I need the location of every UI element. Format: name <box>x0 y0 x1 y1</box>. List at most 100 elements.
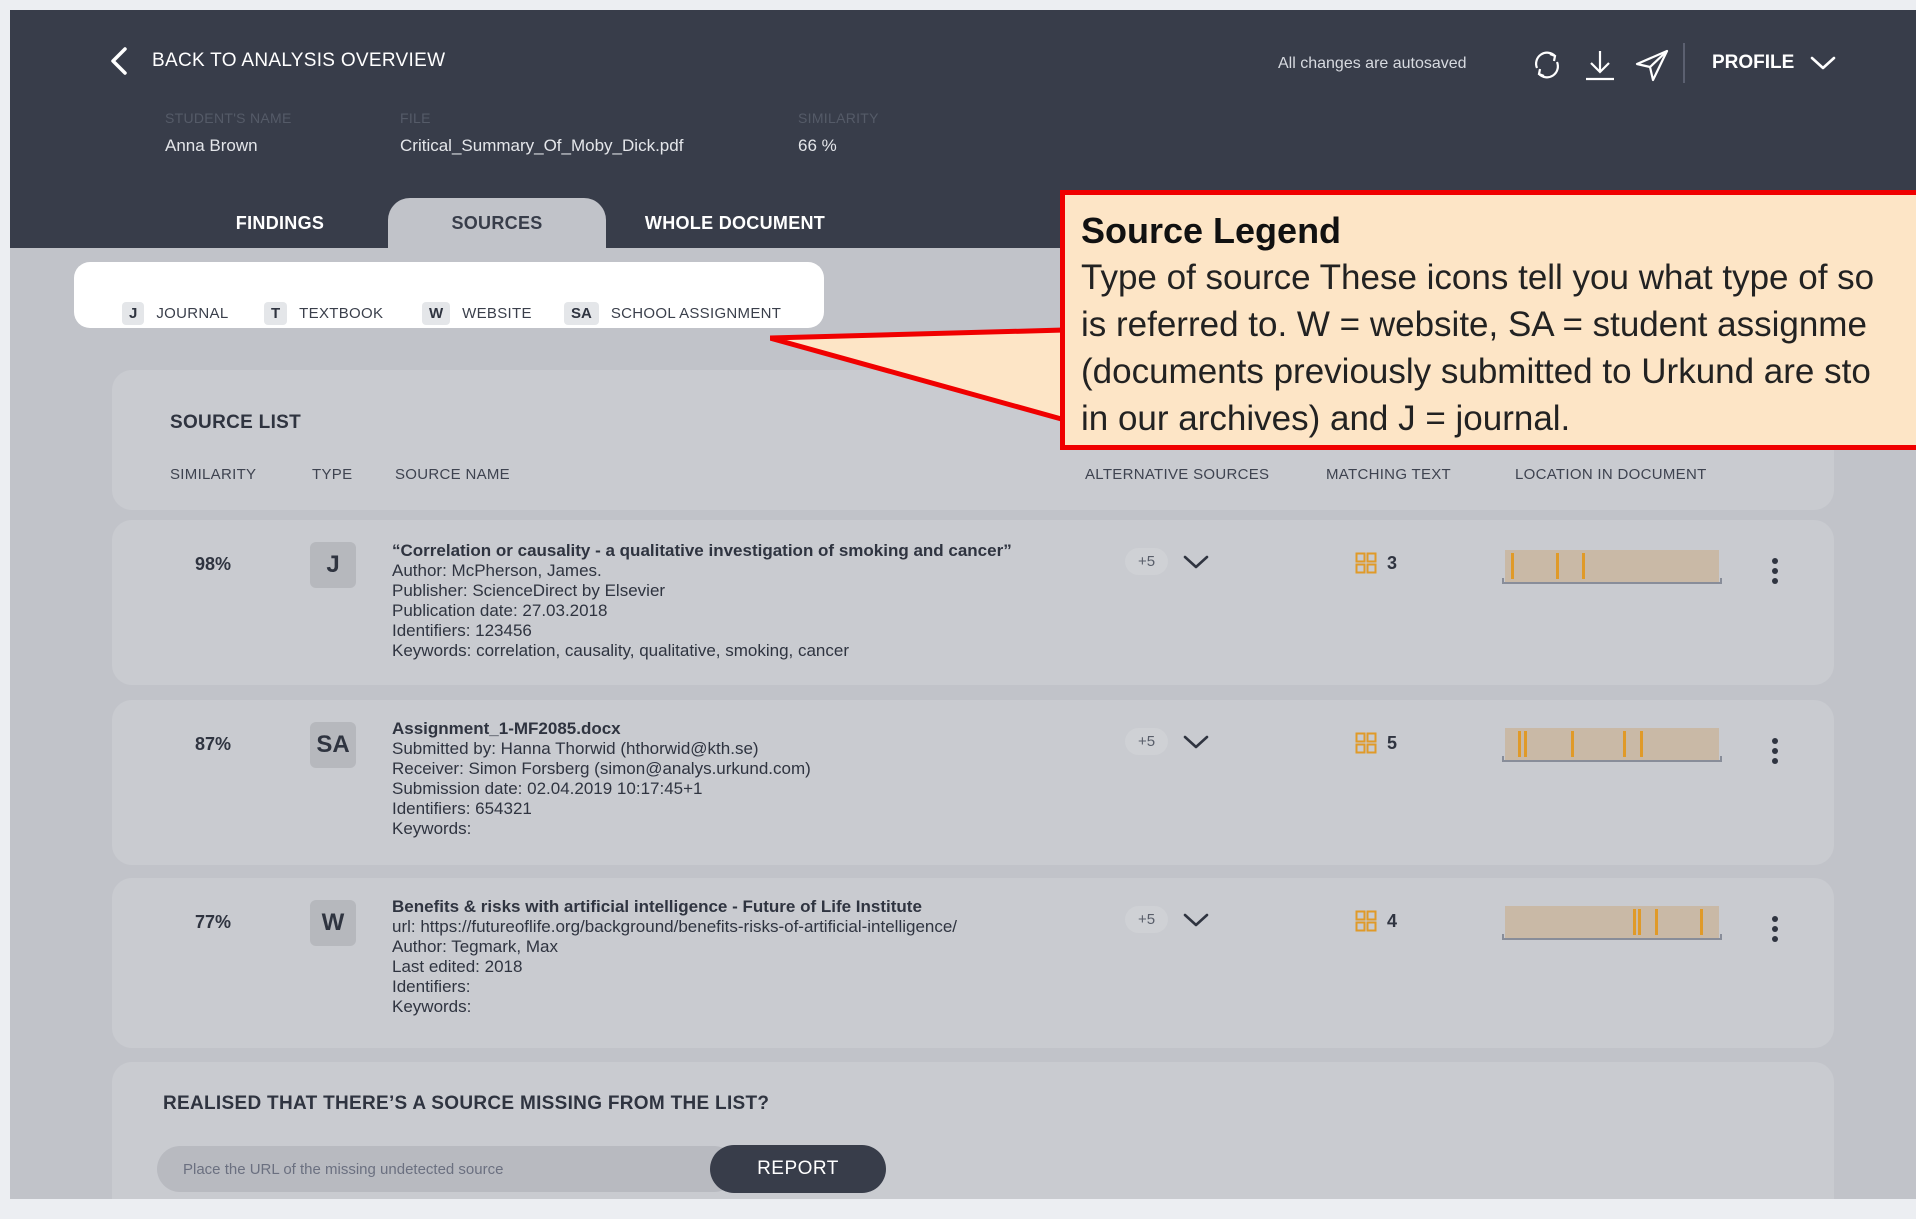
location-marker[interactable] <box>1518 731 1521 757</box>
matching-text-count[interactable]: 4 <box>1355 910 1397 932</box>
callout-line: in our archives) and J = journal. <box>1081 399 1571 438</box>
student-name-field: STUDENT'S NAME Anna Brown <box>165 110 292 156</box>
source-detail: Identifiers: <box>392 977 471 996</box>
location-bar-axis <box>1502 934 1722 940</box>
source-detail: Author: McPherson, James. <box>392 561 602 580</box>
grid-icon <box>1355 732 1377 754</box>
location-marker[interactable] <box>1655 909 1658 935</box>
refresh-icon[interactable] <box>1530 48 1564 82</box>
location-marker[interactable] <box>1640 731 1643 757</box>
location-marker[interactable] <box>1700 909 1703 935</box>
source-detail: Identifiers: 654321 <box>392 799 532 818</box>
grid-icon <box>1355 552 1377 574</box>
location-marker[interactable] <box>1571 731 1574 757</box>
table-row[interactable] <box>112 700 1834 865</box>
alternative-sources-control[interactable]: +5 <box>1125 548 1210 575</box>
profile-menu[interactable]: PROFILE <box>1712 52 1836 74</box>
row-type-badge: W <box>310 900 356 946</box>
chevron-down-icon[interactable] <box>1182 733 1210 751</box>
row-type-badge: J <box>310 542 356 588</box>
source-detail: Publication date: 27.03.2018 <box>392 601 608 620</box>
column-header-location-in-document: LOCATION IN DOCUMENT <box>1515 466 1707 483</box>
source-detail: Keywords: <box>392 819 472 838</box>
row-source-info: “Correlation or causality - a qualitativ… <box>392 541 1012 661</box>
location-marker[interactable] <box>1524 731 1527 757</box>
source-detail: Publisher: ScienceDirect by Elsevier <box>392 581 666 600</box>
chevron-down-icon[interactable] <box>1182 553 1210 571</box>
student-name-value: Anna Brown <box>165 136 258 155</box>
source-legend-callout: Source Legend Type of source These icons… <box>1060 190 1916 450</box>
matching-text-count[interactable]: 5 <box>1355 732 1397 754</box>
source-type-legend: J JOURNAL T TEXTBOOK W WEBSITE SA SCHOOL… <box>74 262 824 328</box>
row-source-info: Assignment_1-MF2085.docx Submitted by: H… <box>392 719 811 839</box>
legend-code-school-assignment: SA <box>564 302 599 325</box>
alternative-sources-count: +5 <box>1125 548 1169 575</box>
download-icon[interactable] <box>1583 48 1617 82</box>
source-url[interactable]: url: https://futureoflife.org/background… <box>392 917 957 937</box>
chevron-down-icon[interactable] <box>1182 911 1210 929</box>
report-button[interactable]: REPORT <box>710 1145 886 1193</box>
autosave-status: All changes are autosaved <box>1278 55 1467 72</box>
callout-line: is referred to. W = website, SA = studen… <box>1081 305 1867 344</box>
source-name-link[interactable]: Assignment_1-MF2085.docx <box>392 719 811 739</box>
location-marker[interactable] <box>1638 909 1641 935</box>
alternative-sources-control[interactable]: +5 <box>1125 906 1210 933</box>
source-detail: Author: Tegmark, Max <box>392 937 558 956</box>
matching-text-value: 4 <box>1387 910 1398 931</box>
more-options-icon[interactable] <box>1771 558 1779 584</box>
alternative-sources-control[interactable]: +5 <box>1125 728 1210 755</box>
back-label: BACK TO ANALYSIS OVERVIEW <box>152 50 446 71</box>
chevron-left-icon <box>111 47 127 75</box>
location-marker[interactable] <box>1582 553 1585 579</box>
file-value: Critical_Summary_Of_Moby_Dick.pdf <box>400 136 684 155</box>
similarity-value: 66 % <box>798 136 837 155</box>
legend-label-textbook: TEXTBOOK <box>299 305 384 322</box>
location-bar-axis <box>1502 756 1722 762</box>
source-detail: Identifiers: 123456 <box>392 621 532 640</box>
row-similarity: 98% <box>195 554 232 574</box>
profile-label: PROFILE <box>1712 52 1795 73</box>
legend-label-journal: JOURNAL <box>156 305 229 322</box>
tab-whole-document[interactable]: WHOLE DOCUMENT <box>620 198 850 248</box>
source-detail: Submitted by: Hanna Thorwid (hthorwid@kt… <box>392 739 759 758</box>
legend-item-website: W WEBSITE <box>422 302 532 325</box>
row-type-badge: SA <box>310 722 356 768</box>
location-bar-axis <box>1502 578 1722 584</box>
matching-text-value: 5 <box>1387 732 1398 753</box>
location-marker[interactable] <box>1623 731 1626 757</box>
matching-text-count[interactable]: 3 <box>1355 552 1397 574</box>
location-marker[interactable] <box>1511 553 1514 579</box>
source-name-link[interactable]: “Correlation or causality - a qualitativ… <box>392 541 1012 561</box>
tab-sources[interactable]: SOURCES <box>388 198 606 248</box>
send-icon[interactable] <box>1635 48 1669 82</box>
app-frame: BACK TO ANALYSIS OVERVIEW All changes ar… <box>10 10 1916 1199</box>
matching-text-value: 3 <box>1387 552 1398 573</box>
location-marker[interactable] <box>1556 553 1559 579</box>
legend-item-school-assignment: SA SCHOOL ASSIGNMENT <box>564 302 781 325</box>
source-name-link[interactable]: Benefits & risks with artificial intelli… <box>392 897 957 917</box>
tab-findings[interactable]: FINDINGS <box>180 198 380 248</box>
more-options-icon[interactable] <box>1771 916 1779 942</box>
source-detail: Keywords: <box>392 997 472 1016</box>
legend-item-textbook: T TEXTBOOK <box>264 302 383 325</box>
callout-pointer <box>770 327 1068 424</box>
callout-line: Type of source These icons tell you what… <box>1081 258 1875 297</box>
more-options-icon[interactable] <box>1771 738 1779 764</box>
row-similarity: 87% <box>195 734 232 754</box>
grid-icon <box>1355 910 1377 932</box>
row-similarity: 77% <box>195 912 232 932</box>
table-row[interactable] <box>112 878 1834 1048</box>
column-header-type: TYPE <box>312 466 353 483</box>
legend-label-school-assignment: SCHOOL ASSIGNMENT <box>610 305 782 322</box>
source-detail: Keywords: correlation, causality, qualit… <box>392 641 849 660</box>
location-marker[interactable] <box>1633 909 1636 935</box>
missing-source-url-input[interactable] <box>157 1146 737 1192</box>
back-to-overview-link[interactable]: BACK TO ANALYSIS OVERVIEW <box>110 46 445 76</box>
missing-source-title: REALISED THAT THERE’S A SOURCE MISSING F… <box>163 1093 770 1114</box>
legend-code-textbook: T <box>264 302 288 325</box>
callout-title: Source Legend <box>1081 210 1342 251</box>
legend-item-journal: J JOURNAL <box>122 302 228 325</box>
source-detail: Receiver: Simon Forsberg (simon@analys.u… <box>392 759 811 778</box>
column-header-matching-text: MATCHING TEXT <box>1326 466 1452 483</box>
file-field: FILE Critical_Summary_Of_Moby_Dick.pdf <box>400 110 683 156</box>
